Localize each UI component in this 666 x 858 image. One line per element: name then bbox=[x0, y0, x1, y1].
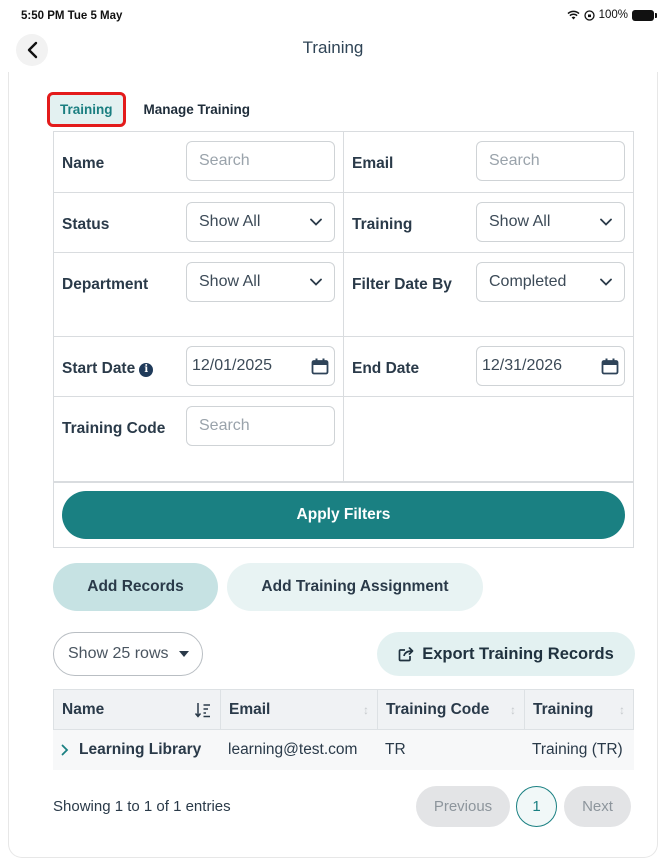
filter-date-by-select[interactable]: Completed bbox=[476, 262, 625, 302]
end-date-value: 12/31/2026 bbox=[482, 357, 563, 374]
battery-percent: 100% bbox=[598, 9, 628, 21]
filter-panel: Name Search Email Search Status Show All… bbox=[53, 131, 634, 548]
row-training-code: TR bbox=[385, 741, 406, 758]
chevron-down-icon bbox=[310, 278, 322, 286]
tab-manage-training[interactable]: Manage Training bbox=[144, 102, 251, 117]
wifi-icon bbox=[567, 10, 580, 20]
column-header-email[interactable]: Email ↕ bbox=[221, 690, 378, 729]
rows-per-page-select[interactable]: Show 25 rows bbox=[53, 632, 203, 676]
info-icon[interactable]: i bbox=[139, 363, 154, 377]
name-label: Name bbox=[62, 155, 105, 172]
chevron-right-icon[interactable] bbox=[61, 744, 69, 756]
column-header-training[interactable]: Training ↕ bbox=[525, 690, 633, 729]
row-name-cell: Learning Library bbox=[53, 741, 220, 759]
export-icon bbox=[398, 646, 414, 661]
department-select-value: Show All bbox=[199, 273, 261, 290]
name-search-input[interactable]: Search bbox=[186, 141, 335, 181]
filter-date-by-label: Filter Date By bbox=[352, 276, 452, 293]
row-training: Training (TR) bbox=[532, 741, 623, 758]
nav-bar: Training bbox=[0, 30, 666, 66]
start-date-value: 12/01/2025 bbox=[192, 357, 273, 374]
training-label: Training bbox=[352, 216, 413, 233]
column-header-training-code[interactable]: Training Code ↕ bbox=[378, 690, 525, 729]
start-date-label: Start Date i bbox=[62, 345, 186, 388]
department-label: Department bbox=[62, 276, 149, 293]
start-date-label-text: Start Date bbox=[62, 360, 136, 377]
training-code-label: Training Code bbox=[62, 420, 166, 437]
row-name: Learning Library bbox=[79, 741, 202, 758]
next-page-button[interactable]: Next bbox=[564, 786, 631, 827]
row-email: learning@test.com bbox=[228, 741, 358, 758]
status-time: 5:50 PM Tue 5 May bbox=[21, 10, 123, 22]
caret-down-icon bbox=[178, 651, 189, 657]
tab-training[interactable]: Training bbox=[47, 92, 126, 127]
filter-date-by-value: Completed bbox=[489, 273, 567, 290]
email-label: Email bbox=[352, 155, 394, 172]
status-select[interactable]: Show All bbox=[186, 202, 335, 242]
sort-icon: ↕ bbox=[619, 702, 625, 717]
sort-icon: ↕ bbox=[363, 702, 369, 717]
orientation-lock-icon bbox=[583, 9, 595, 21]
training-select-value: Show All bbox=[489, 213, 551, 230]
training-select[interactable]: Show All bbox=[476, 202, 625, 242]
page-title: Training bbox=[302, 38, 364, 57]
column-header-label: Training Code bbox=[386, 700, 490, 718]
rows-per-page-value: Show 25 rows bbox=[68, 645, 169, 662]
page-1-button[interactable]: 1 bbox=[516, 786, 557, 827]
calendar-icon[interactable] bbox=[311, 358, 329, 375]
status-bar: 5:50 PM Tue 5 May 100% bbox=[0, 0, 666, 32]
export-label: Export Training Records bbox=[422, 644, 614, 663]
export-training-records-button[interactable]: Export Training Records bbox=[377, 632, 635, 676]
add-training-assignment-button[interactable]: Add Training Assignment bbox=[227, 563, 483, 611]
end-date-label: End Date bbox=[352, 360, 420, 377]
column-header-label: Email bbox=[229, 700, 271, 718]
status-label: Status bbox=[62, 216, 110, 233]
training-table: Name Email ↕ Training Code ↕ Training ↕ … bbox=[53, 689, 634, 770]
training-code-search-input[interactable]: Search bbox=[186, 406, 335, 446]
start-date-input[interactable]: 12/01/2025 bbox=[186, 346, 335, 386]
apply-filters-button[interactable]: Apply Filters bbox=[62, 491, 625, 539]
table-row[interactable]: Learning Library learning@test.com TR Tr… bbox=[53, 730, 634, 770]
calendar-icon[interactable] bbox=[601, 358, 619, 375]
email-search-input[interactable]: Search bbox=[476, 141, 625, 181]
chevron-down-icon bbox=[600, 278, 612, 286]
sort-icon: ↕ bbox=[510, 702, 516, 717]
sort-descending-icon bbox=[194, 702, 210, 718]
empty-cell bbox=[344, 397, 633, 481]
end-date-input[interactable]: 12/31/2026 bbox=[476, 346, 625, 386]
battery-icon bbox=[632, 9, 657, 21]
column-header-name[interactable]: Name bbox=[54, 690, 221, 729]
previous-page-button[interactable]: Previous bbox=[416, 786, 510, 827]
chevron-down-icon bbox=[600, 218, 612, 226]
table-header: Name Email ↕ Training Code ↕ Training ↕ bbox=[53, 689, 634, 730]
add-records-button[interactable]: Add Records bbox=[53, 563, 218, 611]
tab-bar: Training Manage Training bbox=[47, 92, 251, 127]
status-select-value: Show All bbox=[199, 213, 261, 230]
department-select[interactable]: Show All bbox=[186, 262, 335, 302]
column-header-label: Training bbox=[533, 700, 594, 718]
column-header-label: Name bbox=[62, 700, 105, 718]
status-indicators: 100% bbox=[567, 9, 657, 21]
pagination-summary: Showing 1 to 1 of 1 entries bbox=[53, 798, 231, 815]
chevron-down-icon bbox=[310, 218, 322, 226]
